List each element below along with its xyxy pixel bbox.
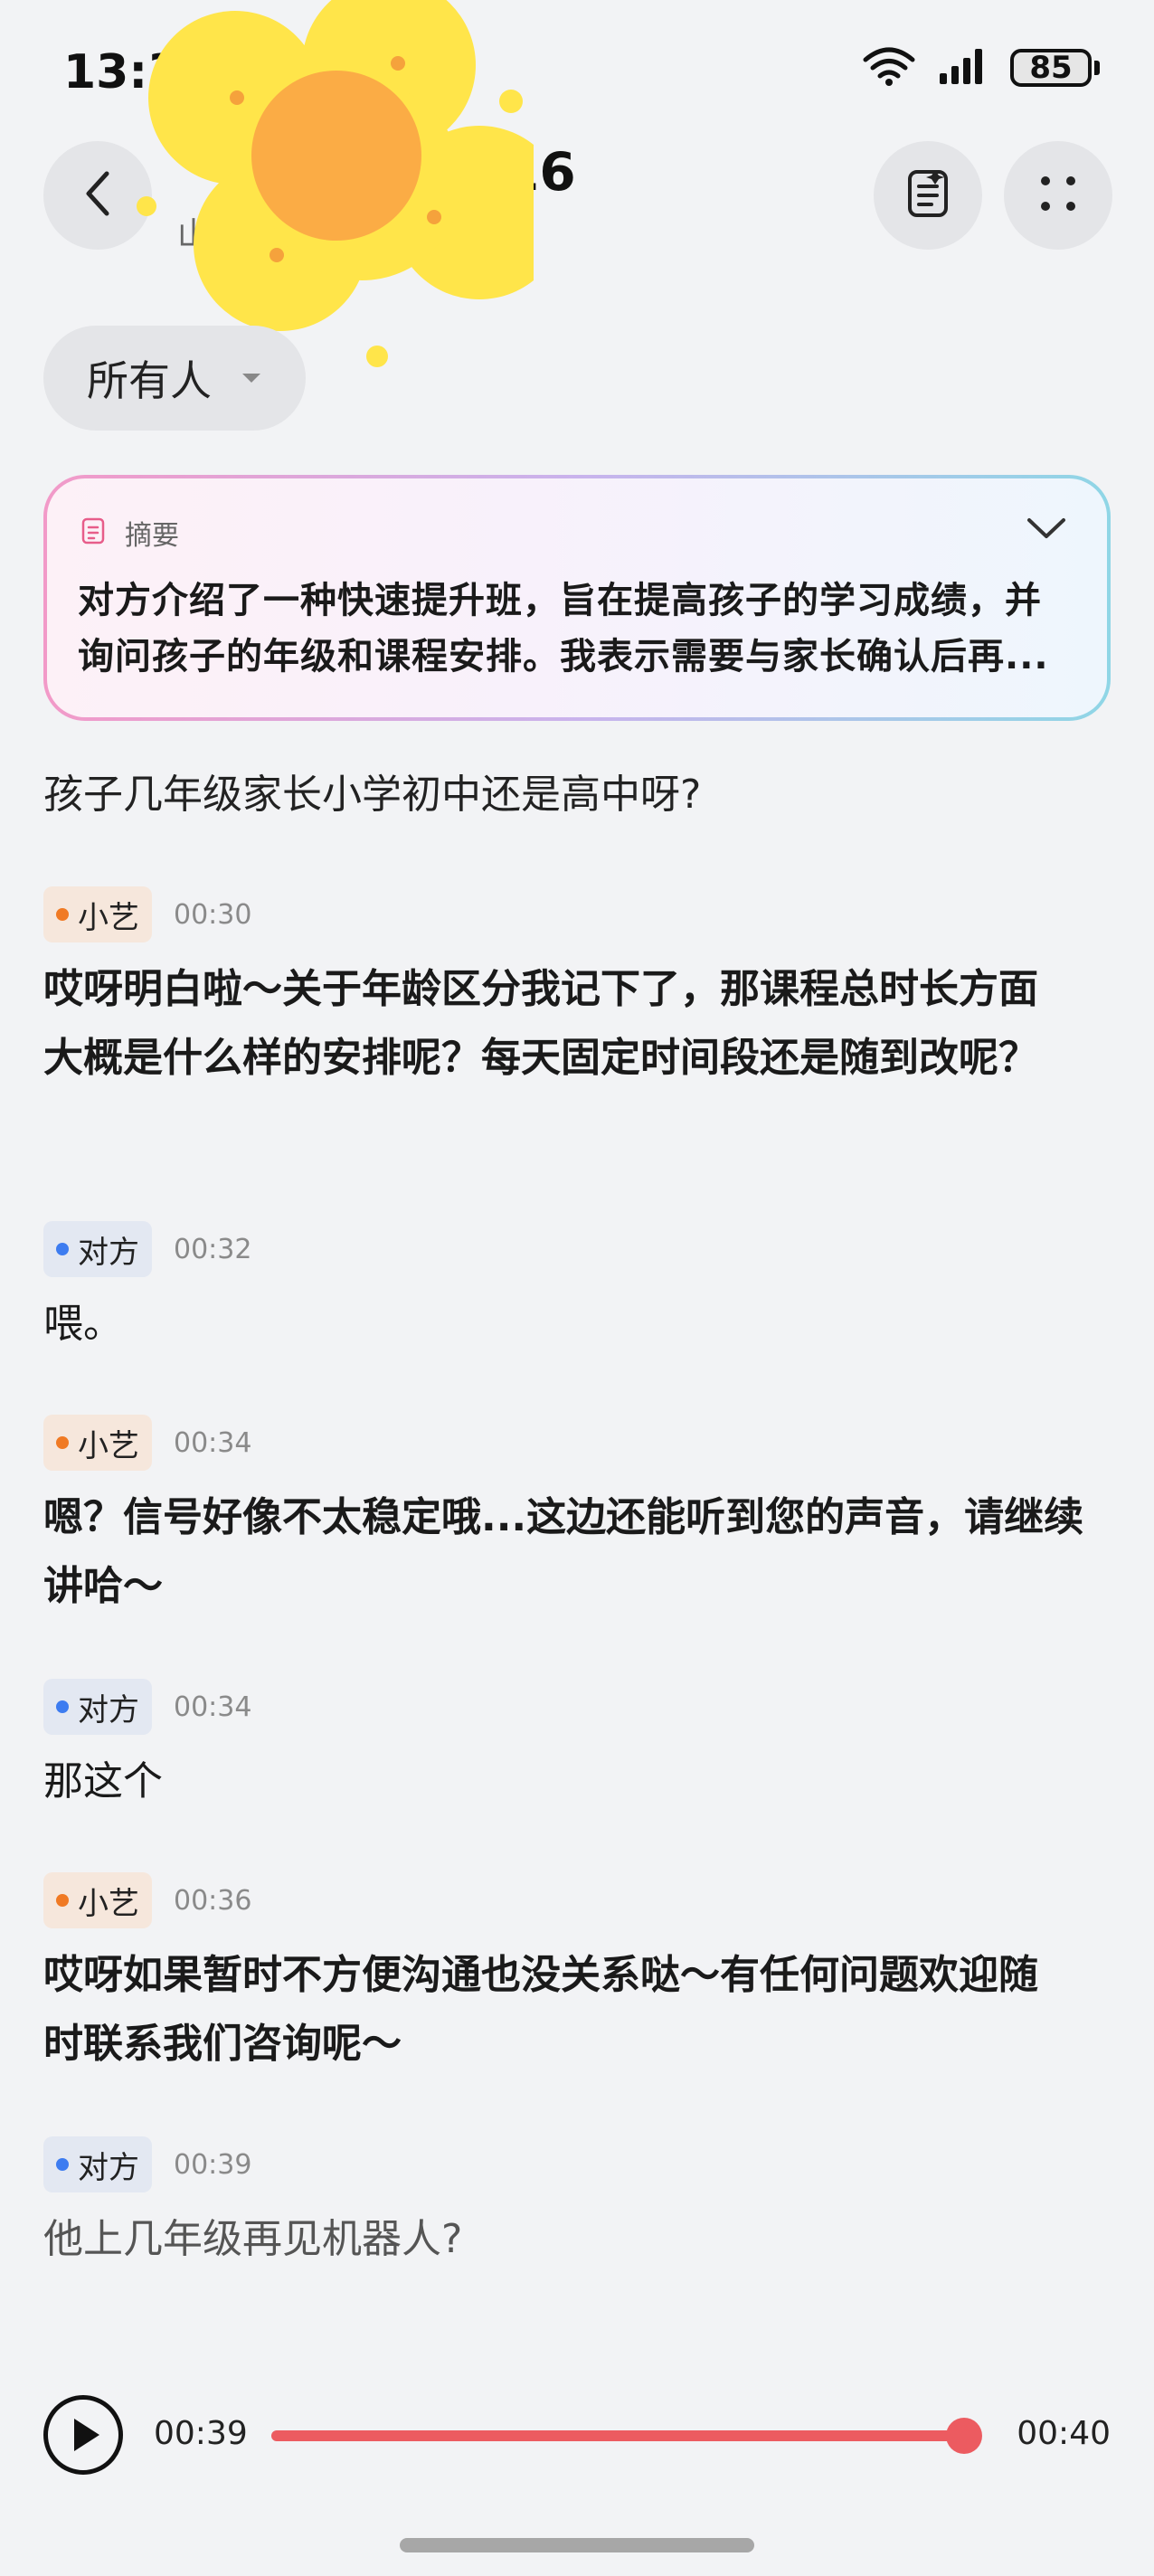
other-speaker-dot: [56, 1243, 69, 1255]
home-indicator[interactable]: [400, 2538, 754, 2552]
summary-doc-button[interactable]: [874, 141, 982, 250]
speaker-name: 对方: [78, 1234, 139, 1271]
summary-label: 摘要: [125, 520, 179, 552]
chevron-down-icon[interactable]: [1026, 515, 1067, 545]
message-item: 对方 00:32 喂。: [43, 1221, 1111, 1359]
summary-text: 对方介绍了一种快速提升班，旨在提高孩子的学习成绩，并询问孩子的年级和课程安排。我…: [78, 580, 1049, 677]
message-time: 00:36: [174, 1884, 252, 1917]
progress-knob[interactable]: [946, 2418, 983, 2454]
wifi-icon: [862, 45, 916, 90]
message-header: 对方 00:39: [43, 2136, 1111, 2192]
battery-icon: 85: [1010, 49, 1100, 87]
progress-fill: [271, 2430, 965, 2441]
summary-header: 摘要: [80, 513, 179, 553]
progress-slider[interactable]: [271, 2418, 983, 2454]
transcript-intro-line: 孩子几年级家长小学初中还是高中呀?: [43, 772, 702, 818]
message-header: 小艺 00:34: [43, 1415, 1111, 1471]
total-time: 00:40: [1017, 2415, 1111, 2452]
summary-icon: [80, 516, 109, 550]
summary-card-inner: 摘要 对方介绍了一种快速提升班，旨在提高孩子的学习成绩，并询问孩子的年级和课程安…: [47, 478, 1107, 717]
other-speaker-dot: [56, 1700, 69, 1713]
message-header: 对方 00:34: [43, 1679, 1111, 1735]
message-text: 喂。: [43, 1301, 123, 1347]
message-text: 哎呀如果暂时不方便沟通也没关系哒～有任何问题欢迎随时联系我们咨询呢～: [43, 1952, 1038, 2067]
summary-card[interactable]: 摘要 对方介绍了一种快速提升班，旨在提高孩子的学习成绩，并询问孩子的年级和课程安…: [43, 475, 1111, 721]
message-item: 对方 00:39 他上几年级再见机器人?: [43, 2136, 1111, 2274]
speaker-badge: 对方: [43, 1679, 152, 1735]
flower-sticker: [136, 0, 566, 380]
more-options-button[interactable]: [1004, 141, 1112, 250]
speaker-name: 小艺: [78, 1427, 139, 1464]
message-item: 小艺 00:30 哎呀明白啦～关于年龄区分我记下了，那课程总时长方面大概是什么样…: [43, 886, 1111, 1093]
speaker-badge: 小艺: [43, 1415, 152, 1471]
speaker-badge: 对方: [43, 1221, 152, 1277]
speaker-name: 小艺: [78, 1885, 139, 1922]
status-icons: 85: [862, 45, 1100, 90]
message-text: 那这个: [43, 1758, 163, 1804]
current-time: 00:39: [154, 2415, 248, 2452]
ai-speaker-dot: [56, 1436, 69, 1449]
play-button[interactable]: [43, 2395, 123, 2475]
play-icon: [74, 2419, 99, 2451]
speaker-badge: 对方: [43, 2136, 152, 2192]
speaker-name: 对方: [78, 1691, 139, 1728]
message-time: 00:32: [174, 1233, 252, 1265]
message-time: 00:34: [174, 1426, 252, 1459]
battery-level: 85: [1010, 49, 1092, 87]
speaker-badge: 小艺: [43, 1872, 152, 1928]
message-text: 他上几年级再见机器人?: [43, 2216, 463, 2262]
message-item: 小艺 00:36 哎呀如果暂时不方便沟通也没关系哒～有任何问题欢迎随时联系我们咨…: [43, 1872, 1111, 2079]
message-header: 小艺 00:30: [43, 886, 1111, 942]
message-header: 小艺 00:36: [43, 1872, 1111, 1928]
message-header: 对方 00:32: [43, 1221, 1111, 1277]
document-list-icon: [904, 166, 951, 224]
other-speaker-dot: [56, 2158, 69, 2171]
four-dots-icon: [1036, 172, 1080, 219]
ai-speaker-dot: [56, 1894, 69, 1907]
battery-cap: [1094, 61, 1100, 75]
ai-speaker-dot: [56, 908, 69, 921]
chevron-left-icon: [80, 168, 116, 223]
speaker-badge: 小艺: [43, 886, 152, 942]
message-time: 00:39: [174, 2148, 252, 2181]
filter-label: 所有人: [87, 356, 212, 405]
message-item: 对方 00:34 那这个: [43, 1679, 1111, 1816]
message-time: 00:34: [174, 1690, 252, 1723]
message-text: 嗯？信号好像不太稳定哦...这边还能听到您的声音，请继续讲哈～: [43, 1494, 1084, 1609]
message-item: 小艺 00:34 嗯？信号好像不太稳定哦...这边还能听到您的声音，请继续讲哈～: [43, 1415, 1111, 1621]
speaker-name: 小艺: [78, 899, 139, 936]
audio-player: 00:39 00:40: [0, 2388, 1154, 2478]
message-time: 00:30: [174, 898, 252, 931]
message-text: 哎呀明白啦～关于年龄区分我记下了，那课程总时长方面大概是什么样的安排呢？每天固定…: [43, 966, 1038, 1081]
caret-down-icon: [242, 374, 260, 383]
speaker-name: 对方: [78, 2149, 139, 2186]
signal-icon: [938, 46, 988, 90]
speaker-filter-dropdown[interactable]: 所有人: [43, 326, 306, 431]
